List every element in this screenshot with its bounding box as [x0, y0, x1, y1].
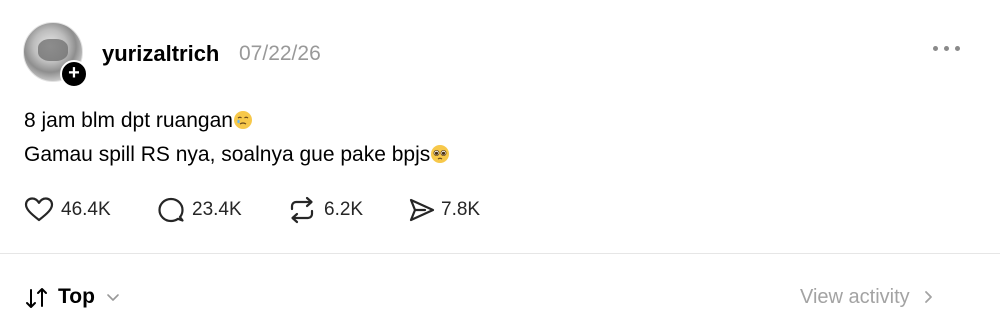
face-holding-back-tears-emoji: [233, 111, 252, 129]
comment-button[interactable]: 23.4K: [157, 196, 257, 224]
view-activity-label: View activity: [800, 286, 910, 308]
comment-bubble-icon: [158, 197, 184, 223]
avatar-shape: [38, 39, 68, 61]
comment-count: 23.4K: [192, 199, 242, 220]
thread-post: + yurizaltrich 07/22/26 8 jam blm dpt ru…: [0, 0, 1000, 308]
repost-icon: [290, 196, 314, 224]
send-icon: [409, 198, 435, 222]
more-dot: [955, 46, 960, 51]
more-dot: [944, 46, 949, 51]
like-button[interactable]: 46.4K: [24, 196, 124, 224]
post-text-line-2: Gamau spill RS nya, soalnya gue pake bpj…: [24, 143, 450, 167]
post-text: Gamau spill RS nya, soalnya gue pake bpj…: [24, 143, 431, 166]
avatar[interactable]: +: [23, 22, 88, 88]
username[interactable]: yurizaltrich: [102, 41, 219, 67]
repost-button[interactable]: 6.2K: [287, 196, 377, 224]
like-count: 46.4K: [61, 199, 111, 220]
pleading-face-emoji: [431, 145, 450, 163]
sort-label: Top: [58, 285, 95, 308]
share-count: 7.8K: [441, 199, 481, 220]
heart-icon: [24, 197, 54, 222]
chevron-down-icon: [107, 294, 119, 301]
post-text: 8 jam blm dpt ruangan: [24, 109, 233, 132]
chevron-right-icon: [925, 291, 933, 303]
post-text-line-1: 8 jam blm dpt ruangan: [24, 109, 253, 133]
sort-arrows-icon: [26, 288, 47, 308]
more-horizontal-icon: [933, 46, 938, 51]
repost-count: 6.2K: [324, 199, 364, 220]
more-options-button[interactable]: [931, 38, 963, 58]
view-activity-link[interactable]: View activity: [800, 286, 935, 309]
post-date: 07/22/26: [239, 42, 321, 65]
divider: [0, 253, 1000, 254]
share-button[interactable]: 7.8K: [408, 196, 498, 224]
follow-plus-icon[interactable]: +: [60, 60, 88, 88]
